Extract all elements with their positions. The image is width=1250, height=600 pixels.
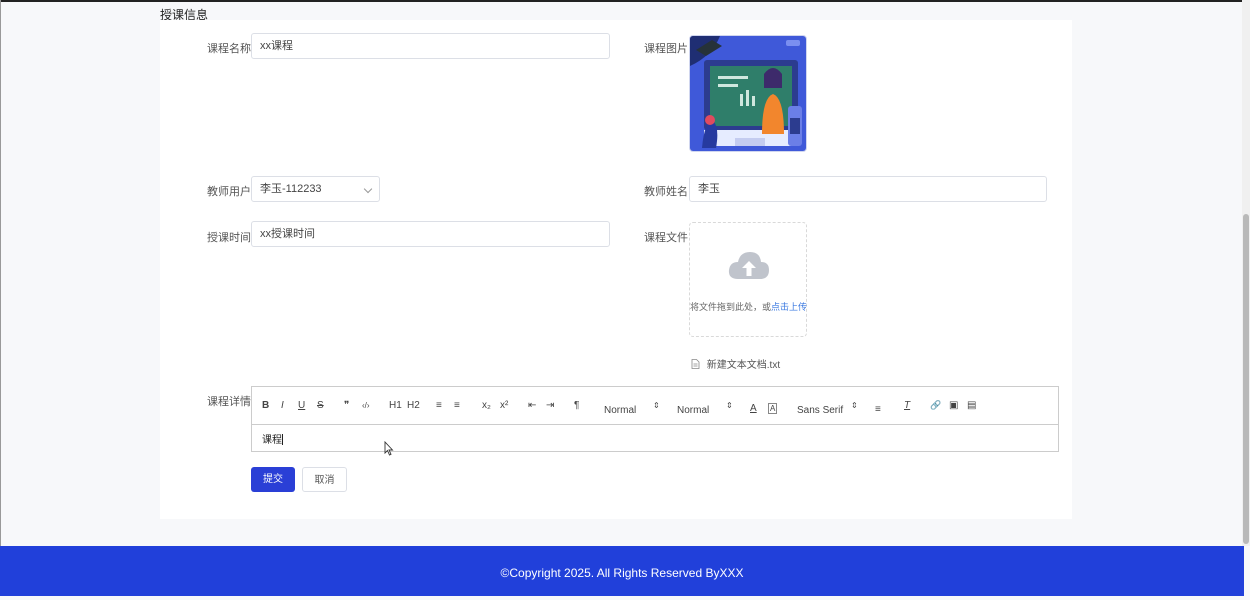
align-button[interactable]: ≡ (875, 404, 881, 415)
strike-button[interactable]: S (317, 400, 324, 411)
editor-text: 课程 (262, 435, 282, 446)
course-name-label: 课程名称 (207, 43, 251, 55)
size-picker[interactable]: Normal (604, 405, 636, 416)
teacher-name-input[interactable]: 李玉 (689, 176, 1047, 202)
upload-hint: 将文件拖到此处，或点击上传 (690, 300, 807, 313)
italic-button[interactable]: I (281, 400, 284, 411)
header1-button[interactable]: H1 (389, 400, 402, 411)
teaching-time-input[interactable]: xx授课时间 (251, 221, 610, 247)
font-picker[interactable]: Sans Serif (797, 405, 843, 416)
course-illustration (690, 36, 806, 151)
link-button[interactable]: 🔗 (930, 400, 941, 411)
image-button[interactable]: ▣ (949, 400, 958, 411)
teacher-user-label: 教师用户 (207, 186, 251, 198)
bullet-list-button[interactable]: ≡ (454, 400, 460, 411)
font-picker-arrow-icon: ⇕ (851, 401, 858, 410)
course-detail-label: 课程详情 (207, 396, 251, 408)
submit-button[interactable]: 提交 (251, 467, 295, 492)
text-caret (282, 434, 283, 445)
course-image-label: 课程图片 (644, 43, 688, 55)
header-picker-arrow-icon: ⇕ (726, 401, 733, 410)
clean-format-button[interactable]: T (904, 400, 910, 411)
cloud-upload-icon (728, 252, 769, 279)
ordered-list-button[interactable]: ≡ (436, 400, 442, 411)
file-upload-dropzone[interactable]: 将文件拖到此处，或点击上传 (689, 222, 807, 337)
header-picker[interactable]: Normal (677, 405, 709, 416)
teacher-user-select[interactable]: 李玉-112233 (251, 176, 380, 202)
editor-content[interactable]: 课程 (262, 431, 283, 446)
underline-button[interactable]: U (298, 400, 305, 411)
code-block-button[interactable]: ‹/› (362, 401, 370, 410)
course-image-preview[interactable] (689, 35, 807, 152)
course-file-label: 课程文件 (644, 232, 688, 244)
header2-button[interactable]: H2 (407, 400, 420, 411)
mouse-pointer-icon (384, 441, 394, 456)
scrollbar-thumb[interactable] (1243, 214, 1249, 544)
upload-hint-text: 将文件拖到此处，或 (690, 302, 772, 312)
size-picker-arrow-icon: ⇕ (653, 401, 660, 410)
background-color-button[interactable]: A (768, 403, 778, 414)
outdent-button[interactable]: ⇤ (528, 400, 536, 411)
rich-text-editor[interactable]: B I U S ❞ ‹/› H1 H2 ≡ ≡ x₂ x² ⇤ ⇥ ¶ Norm… (251, 386, 1059, 452)
teaching-time-label: 授课时间 (207, 232, 251, 244)
teacher-user-value: 李玉-112233 (260, 183, 322, 195)
blockquote-button[interactable]: ❞ (344, 400, 349, 411)
bold-button[interactable]: B (262, 400, 269, 411)
uploaded-file-name: 新建文本文档.txt (706, 360, 781, 371)
chevron-down-icon (363, 184, 373, 194)
teacher-name-value: 李玉 (698, 183, 720, 195)
video-button[interactable]: ▤ (967, 400, 976, 411)
indent-button[interactable]: ⇥ (546, 400, 554, 411)
window-top-border (0, 0, 1250, 2)
cancel-button[interactable]: 取消 (302, 467, 347, 492)
uploaded-file-item[interactable]: 新建文本文档.txt (691, 356, 780, 371)
text-direction-button[interactable]: ¶ (574, 400, 579, 411)
teaching-time-value: xx授课时间 (260, 228, 315, 240)
upload-link[interactable]: 点击上传 (771, 302, 807, 312)
window-left-border (0, 0, 1, 596)
superscript-button[interactable]: x² (500, 400, 508, 411)
teacher-name-label: 教师姓名 (644, 186, 688, 198)
footer: ©Copyright 2025. All Rights Reserved ByX… (0, 546, 1244, 596)
text-color-button[interactable]: A (750, 403, 757, 414)
subscript-button[interactable]: x₂ (482, 400, 491, 411)
document-icon (691, 359, 700, 369)
course-name-value: xx课程 (260, 40, 293, 52)
editor-toolbar: B I U S ❞ ‹/› H1 H2 ≡ ≡ x₂ x² ⇤ ⇥ ¶ Norm… (252, 387, 1058, 425)
course-name-input[interactable]: xx课程 (251, 33, 610, 59)
